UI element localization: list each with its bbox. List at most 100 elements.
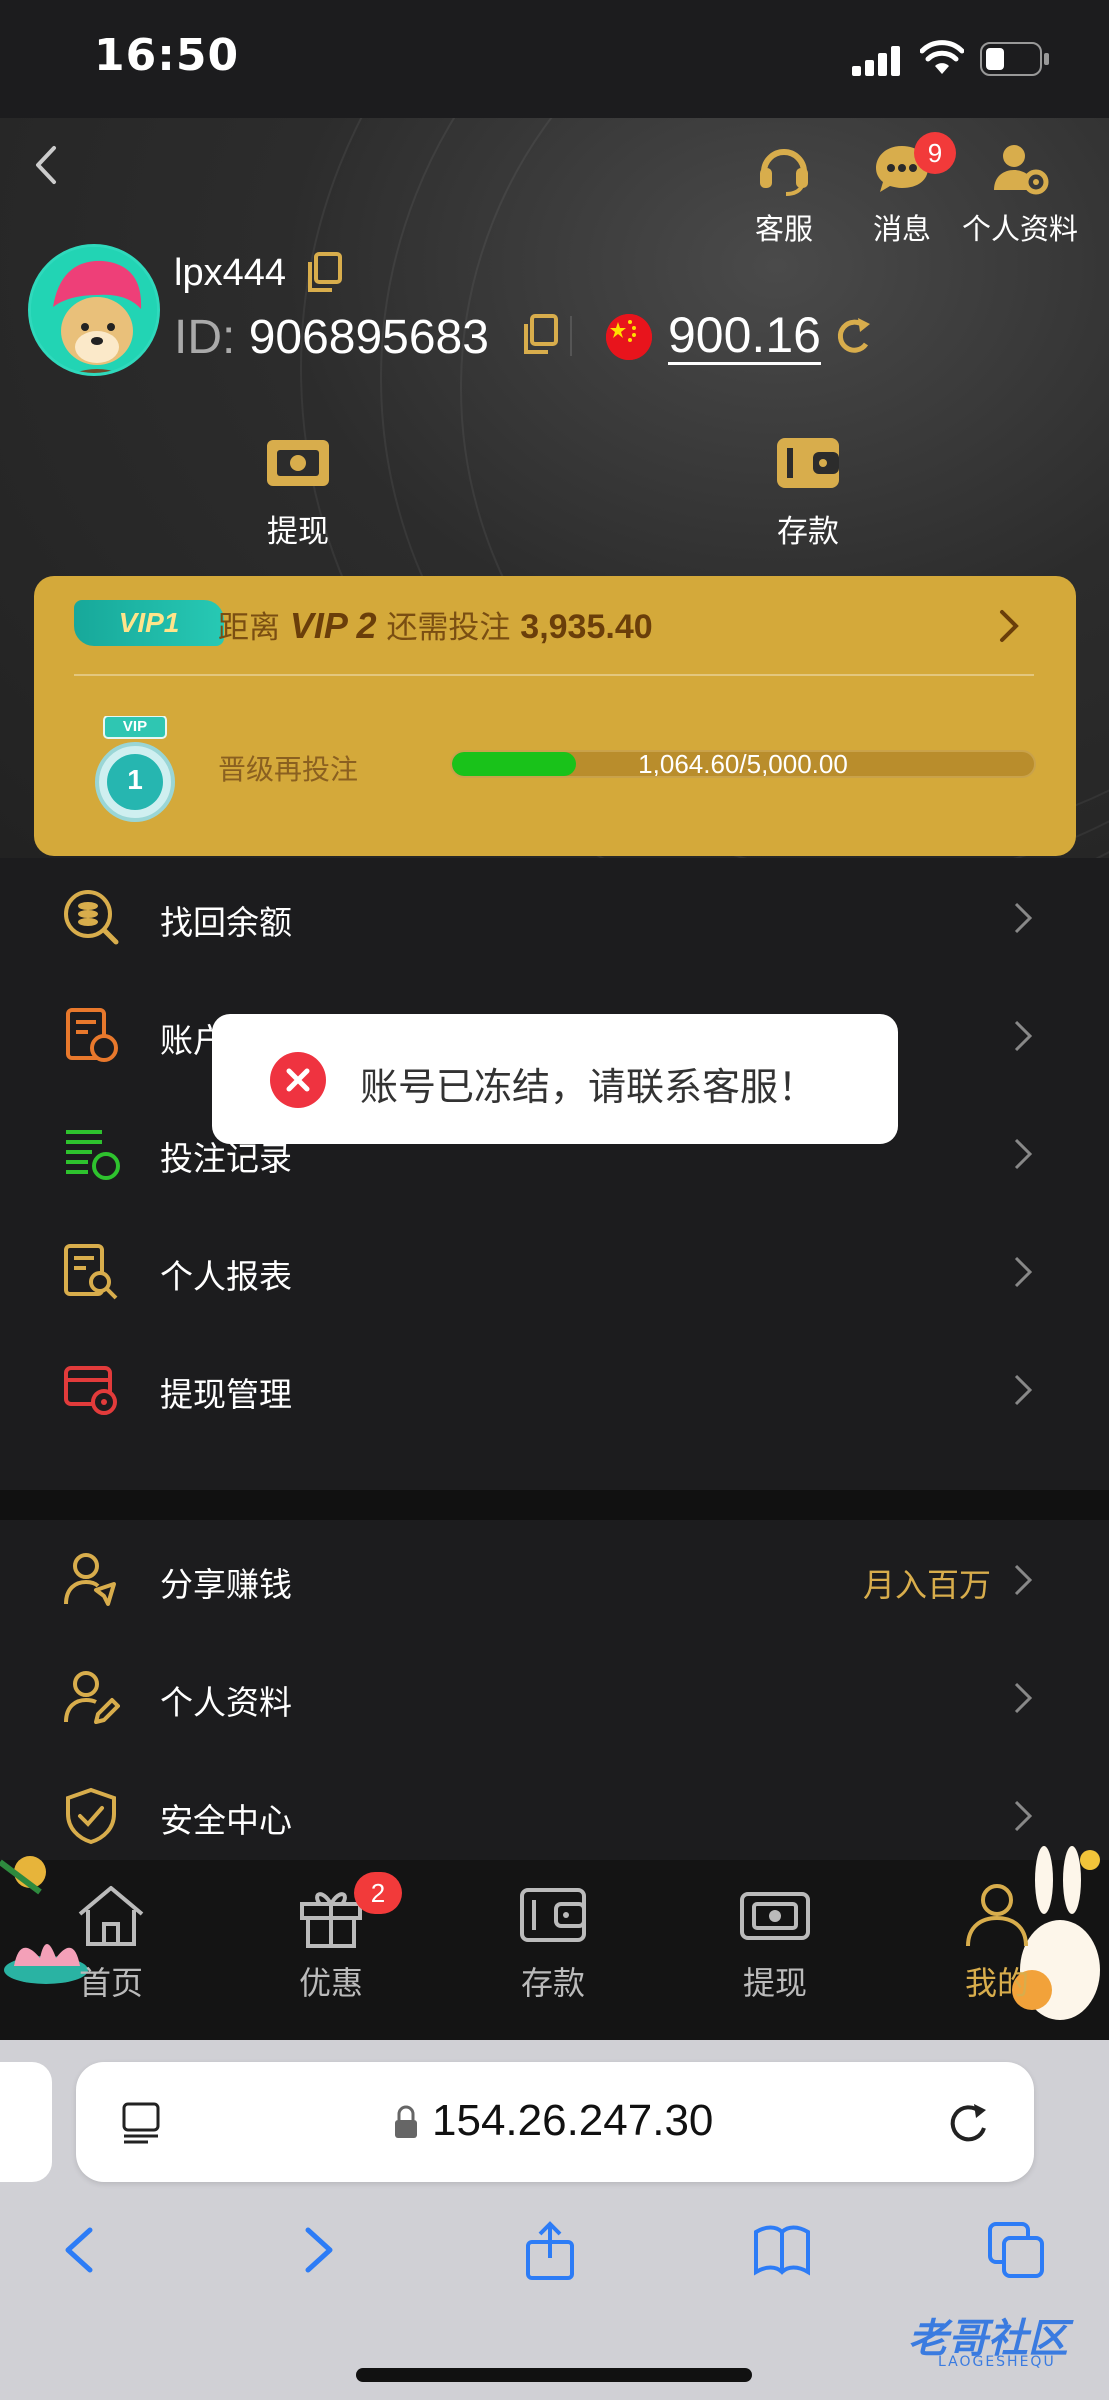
vip-progress-bar: 1,064.60/5,000.00: [450, 750, 1036, 778]
vip-divider: [74, 674, 1034, 676]
vip-progress-title: 距离 VIP 2 还需投注 3,935.40: [218, 602, 653, 647]
home-icon: [78, 1886, 144, 1946]
profile-button[interactable]: 个人资料: [960, 140, 1080, 248]
share-icon[interactable]: [520, 2218, 580, 2282]
withdraw-button[interactable]: 提现: [218, 432, 378, 551]
status-time: 16:50: [94, 30, 240, 81]
menu-list: 找回余额 账户 投注记录 个人报表 提现管理: [0, 858, 1109, 1490]
china-flag-icon: [606, 314, 652, 360]
tab-label: 提现: [742, 1964, 807, 2002]
copy-id-icon[interactable]: [522, 314, 558, 354]
vip-title-prefix: 距离: [218, 610, 280, 646]
menu-item-label: 分享赚钱: [160, 1565, 292, 1604]
menu-item-extra: 月入百万: [862, 1566, 991, 1604]
back-nav-icon[interactable]: [50, 2218, 110, 2282]
withdraw-icon: [267, 440, 329, 486]
tab-mine[interactable]: 我的: [922, 1880, 1072, 2004]
vip-medal-level: 1: [127, 764, 143, 795]
url-text: 154.26.247.30: [432, 2096, 714, 2145]
menu-item-security-center[interactable]: 安全中心: [0, 1756, 1109, 1874]
vip-upgrade-label: 晋级再投注: [218, 753, 359, 786]
watermark-logo: 老哥社区 LAOGESHEQU: [868, 2302, 1108, 2382]
forward-nav-icon[interactable]: [288, 2218, 348, 2282]
reload-icon[interactable]: [944, 2098, 992, 2148]
promotions-badge: 2: [354, 1872, 402, 1914]
menu-item-label: 安全中心: [160, 1801, 292, 1840]
menu-item-share-earn[interactable]: 分享赚钱 月入百万: [0, 1520, 1109, 1638]
vip-next-level: VIP 2: [289, 605, 377, 646]
section-gap: [0, 1490, 1109, 1520]
vip-level-tag: VIP1: [74, 600, 224, 646]
avatar[interactable]: [28, 244, 160, 376]
user-settings-icon: [994, 145, 1049, 195]
menu-item-withdraw-management[interactable]: 提现管理: [0, 1330, 1109, 1448]
chevron-right-icon[interactable]: [994, 606, 1024, 646]
coin-search-icon: [64, 890, 119, 945]
customer-service-button[interactable]: 客服: [724, 140, 844, 248]
menu-item-label: 提现管理: [160, 1375, 292, 1414]
wallet-icon: [520, 1888, 586, 1942]
withdraw-label: 提现: [267, 514, 329, 550]
headset-icon: [760, 149, 808, 196]
menu-item-label: 找回余额: [160, 903, 292, 942]
bookmarks-icon[interactable]: [752, 2218, 812, 2282]
chevron-right-icon: [1014, 1020, 1033, 1052]
username: lpx444: [174, 252, 286, 294]
menu-item-label: 个人报表: [160, 1257, 292, 1296]
tab-promotions[interactable]: 优惠 2: [256, 1872, 406, 2004]
profile-label: 个人资料: [961, 212, 1078, 246]
menu-item-label: 个人资料: [160, 1683, 292, 1722]
tab-label: 优惠: [298, 1964, 363, 2002]
address-bar[interactable]: 154.26.247.30: [76, 2062, 1034, 2182]
menu-item-personal-report[interactable]: 个人报表: [0, 1212, 1109, 1330]
back-icon[interactable]: [26, 140, 66, 190]
tab-withdraw[interactable]: 提现: [700, 1880, 850, 2004]
copy-username-icon[interactable]: [306, 252, 342, 292]
deposit-label: 存款: [777, 514, 839, 550]
report-search-icon: [64, 1244, 118, 1300]
tabs-icon[interactable]: [986, 2218, 1046, 2282]
vip-card[interactable]: VIP1 距离 VIP 2 还需投注 3,935.40 VIP 1 晋级再投注 …: [34, 576, 1076, 856]
balance-amount: 900.16: [668, 307, 821, 365]
messages-button[interactable]: 消息 9: [842, 132, 962, 248]
withdraw-icon: [740, 1892, 810, 1940]
user-id-value: 906895683: [248, 311, 489, 364]
refresh-balance-icon[interactable]: [830, 314, 874, 360]
vip-required-amount: 3,935.40: [520, 608, 653, 646]
chevron-right-icon: [1014, 1138, 1033, 1170]
avatar-image: [31, 247, 157, 373]
error-icon: [270, 1052, 326, 1108]
tab-label: 首页: [78, 1964, 143, 2002]
watermark-subtext: LAOGESHEQU: [938, 2354, 1056, 2370]
bottom-tab-bar: 首页 优惠 2 存款 提现 我的: [0, 1846, 1109, 2040]
menu-item-profile[interactable]: 个人资料: [0, 1638, 1109, 1756]
vip-progress-text: 1,064.60/5,000.00: [638, 750, 848, 778]
tab-home[interactable]: 首页: [36, 1880, 186, 2004]
user-edit-icon: [64, 1671, 120, 1724]
user-id-prefix: ID:: [174, 311, 236, 364]
menu-list-secondary: 分享赚钱 月入百万 个人资料 安全中心: [0, 1520, 1109, 1860]
reader-mode-icon[interactable]: [120, 2100, 164, 2146]
toast-message: 账号已冻结，请联系客服！: [360, 1065, 817, 1109]
tab-deposit[interactable]: 存款: [478, 1880, 628, 2004]
customer-service-label: 客服: [754, 212, 813, 246]
status-bar: 16:50: [0, 0, 1109, 118]
menu-item-recover-balance[interactable]: 找回余额: [0, 858, 1109, 976]
messages-badge: 9: [914, 132, 956, 174]
error-toast: 账号已冻结，请联系客服！: [212, 1014, 898, 1144]
wifi-icon: [920, 40, 964, 74]
previous-tab-peek[interactable]: [0, 2062, 52, 2182]
browser-chrome: 154.26.247.30 老哥社区 LAOGESHEQU: [0, 2040, 1109, 2400]
wallet-icon: [777, 438, 839, 488]
tab-label: 我的: [964, 1964, 1029, 2002]
chevron-right-icon: [1014, 1256, 1033, 1288]
chevron-right-icon: [1014, 902, 1033, 934]
shield-check-icon: [66, 1787, 116, 1844]
deposit-button[interactable]: 存款: [728, 432, 888, 551]
chevron-right-icon: [1014, 1800, 1033, 1832]
user-icon: [966, 1884, 1028, 1947]
battery-icon: [980, 42, 1049, 76]
home-indicator: [356, 2368, 752, 2382]
bet-record-icon: [66, 1130, 120, 1180]
chevron-right-icon: [1014, 1564, 1033, 1596]
